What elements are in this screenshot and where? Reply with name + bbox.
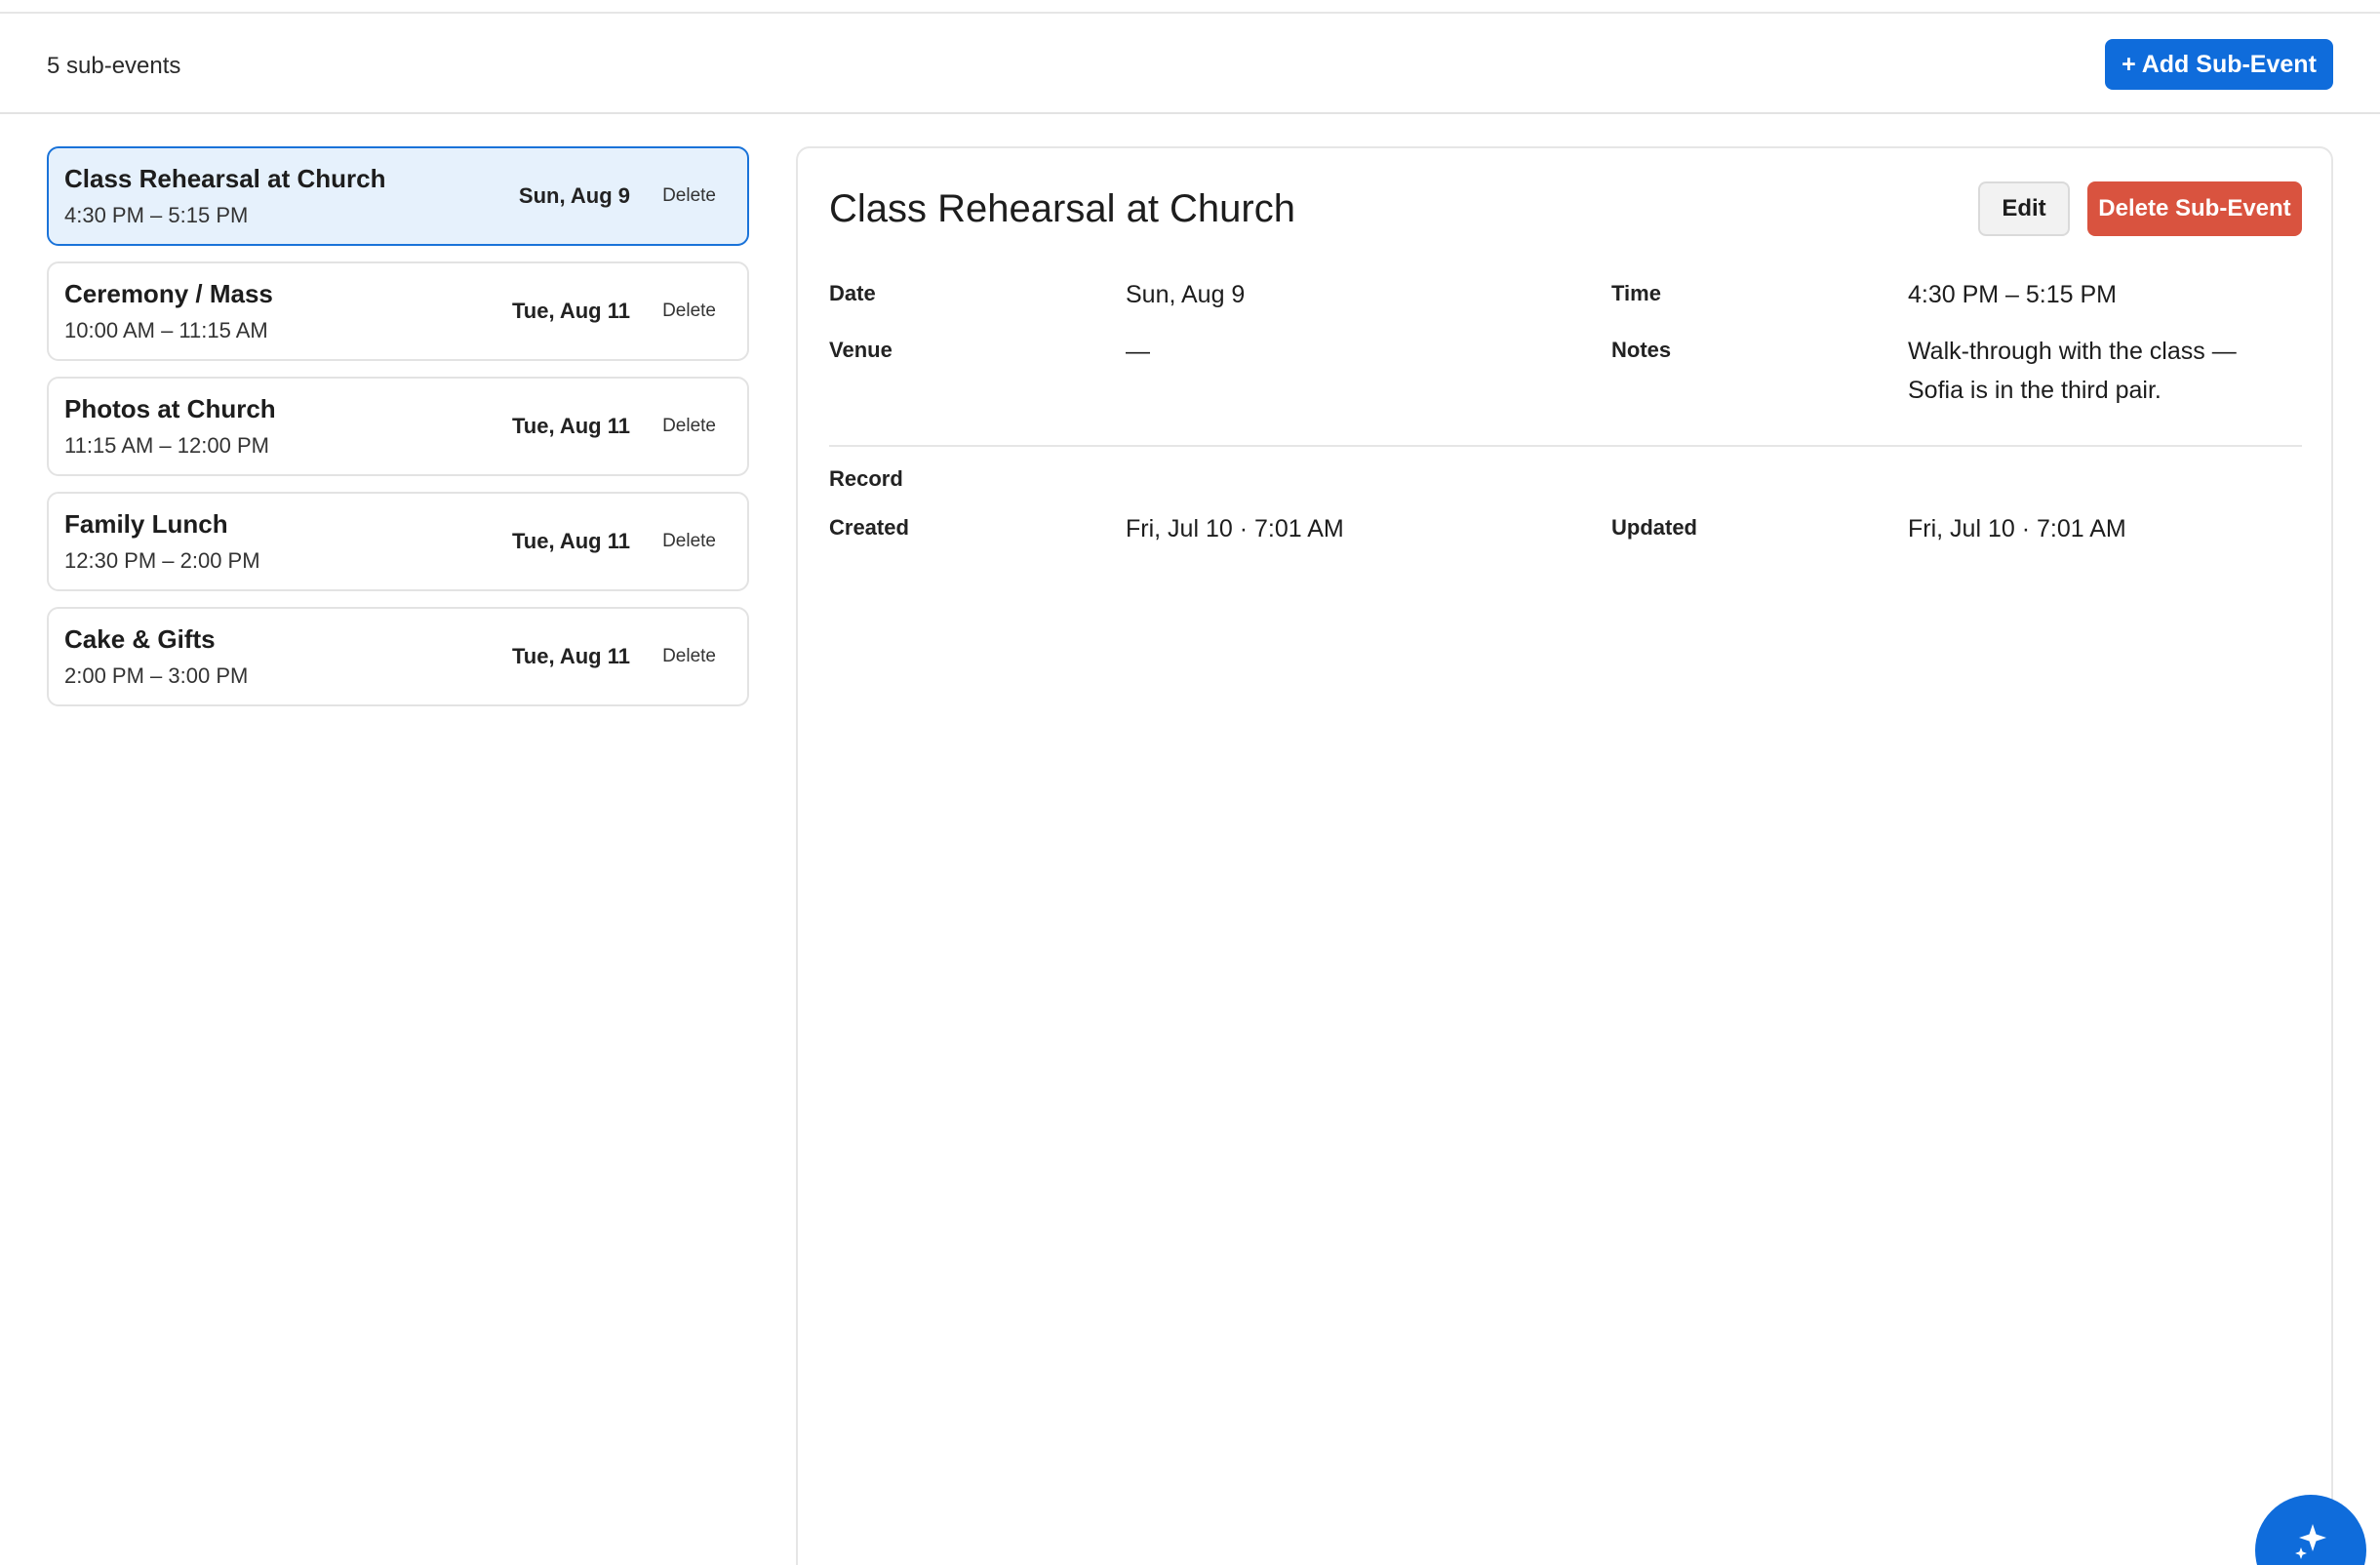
updated-value: Fri, Jul 10 · 7:01 AM [1908,515,2126,542]
list-item[interactable]: Cake & Gifts 2:00 PM – 3:00 PM Tue, Aug … [47,607,749,706]
list-item[interactable]: Family Lunch 12:30 PM – 2:00 PM Tue, Aug… [47,492,749,591]
sub-event-date: Sun, Aug 9 [518,183,630,208]
delete-button[interactable]: Delete [662,646,716,667]
time-value: 4:30 PM – 5:15 PM [1908,281,2118,308]
updated-label: Updated [1611,515,1697,540]
sub-event-time: 10:00 AM – 11:15 AM [64,318,268,342]
venue-label: Venue [829,338,892,362]
list-item[interactable]: Photos at Church 11:15 AM – 12:00 PM Tue… [47,377,749,476]
date-label: Date [829,281,876,305]
sub-event-time: 12:30 PM – 2:00 PM [64,548,260,573]
list-item[interactable]: Ceremony / Mass 10:00 AM – 11:15 AM Tue,… [47,261,749,361]
section-divider [829,445,2302,447]
time-label: Time [1611,281,1661,305]
venue-value: — [1126,338,1150,365]
sub-event-time: 11:15 AM – 12:00 PM [64,433,269,458]
sub-event-date: Tue, Aug 11 [511,644,630,668]
sub-event-detail-panel: Class Rehearsal at Church Edit Delete Su… [796,146,2333,1565]
sub-event-count: 5 sub-events [47,53,181,79]
sub-event-title: Ceremony / Mass [64,279,273,308]
delete-button[interactable]: Delete [662,531,716,552]
delete-button[interactable]: Delete [662,416,716,437]
sub-event-date: Tue, Aug 11 [511,529,630,553]
date-value: Sun, Aug 9 [1126,281,1246,308]
delete-button[interactable]: Delete [662,185,716,207]
created-label: Created [829,515,909,540]
created-value: Fri, Jul 10 · 7:01 AM [1126,515,1344,542]
top-divider [0,0,2380,14]
sub-event-list: Class Rehearsal at Church 4:30 PM – 5:15… [47,146,749,722]
notes-label: Notes [1611,338,1672,362]
sub-event-time: 2:00 PM – 3:00 PM [64,663,249,688]
edit-button[interactable]: Edit [1978,181,2070,236]
notes-value: Walk-through with the class — Sofia is i… [1908,338,2237,404]
sub-event-date: Tue, Aug 11 [511,414,630,438]
list-item[interactable]: Class Rehearsal at Church 4:30 PM – 5:15… [47,146,749,246]
sub-event-title: Family Lunch [64,509,228,539]
sub-event-title: Photos at Church [64,394,276,423]
delete-button[interactable]: Delete [662,301,716,322]
sparkle-icon [2289,1518,2332,1561]
sub-event-title: Cake & Gifts [64,624,216,654]
sub-event-time: 4:30 PM – 5:15 PM [64,203,249,227]
sub-event-date: Tue, Aug 11 [511,299,630,323]
sub-event-title: Class Rehearsal at Church [64,164,386,193]
delete-sub-event-button[interactable]: Delete Sub-Event [2087,181,2302,236]
toolbar: 5 sub-events + Add Sub-Event [0,14,2380,114]
sub-events-page: 5 sub-events + Add Sub-Event Class Rehea… [0,0,2380,1565]
record-section-label: Record [829,466,903,491]
add-sub-event-button[interactable]: + Add Sub-Event [2105,39,2333,90]
detail-title: Class Rehearsal at Church [829,187,1295,230]
